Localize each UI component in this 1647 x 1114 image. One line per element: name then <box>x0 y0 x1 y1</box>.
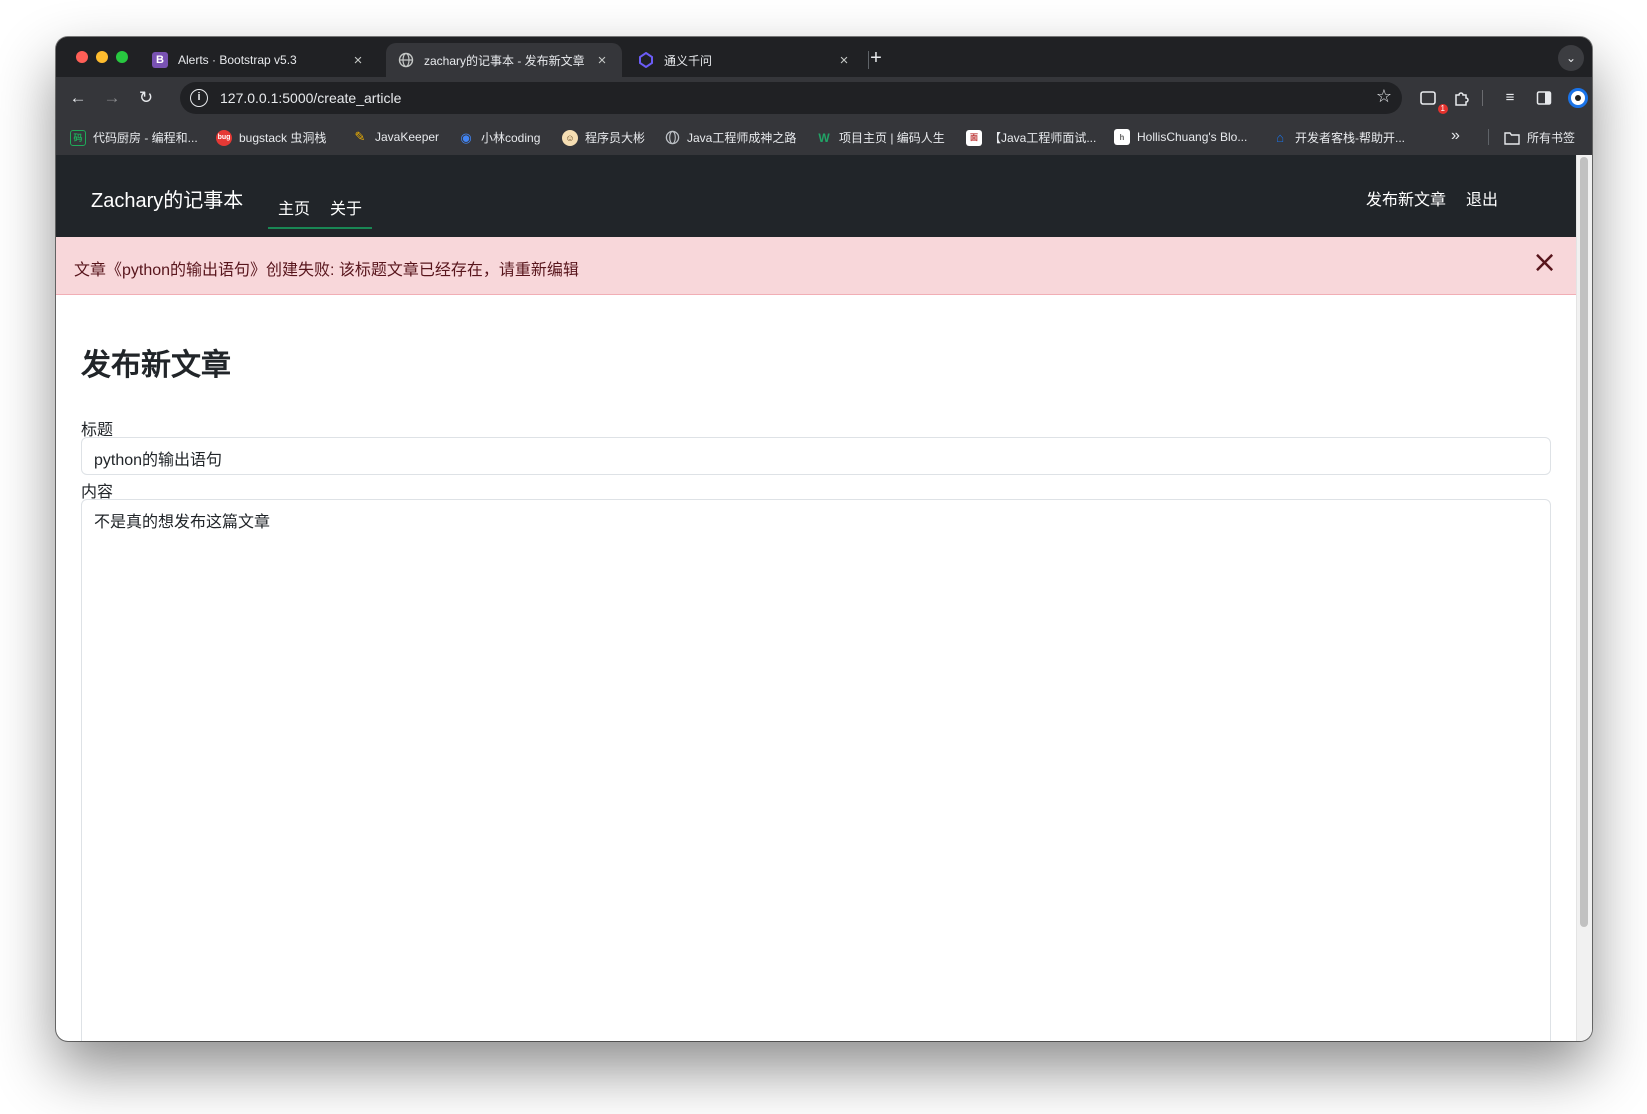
close-icon[interactable]: × <box>594 52 610 69</box>
bookmark-item[interactable]: 码代码厨房 - 编程和... <box>70 129 198 146</box>
bookmark-item[interactable]: ◉ 小林coding <box>458 129 540 146</box>
alert-message: 文章《python的输出语句》创建失败: 该标题文章已经存在，请重新编辑 <box>74 262 579 279</box>
bookmark-item[interactable]: 面【Java工程师面试... <box>966 129 1096 146</box>
bookmark-label: 开发者客栈-帮助开... <box>1295 131 1405 145</box>
title-input[interactable]: python的输出语句 <box>81 437 1551 475</box>
side-panel-icon[interactable] <box>1530 84 1558 112</box>
bookmark-label: HollisChuang's Blo... <box>1137 130 1248 144</box>
more-bookmarks-icon[interactable]: » <box>1451 127 1460 145</box>
profile-avatar-icon[interactable] <box>1568 88 1588 108</box>
bookmark-favicon-icon: ☺ <box>562 129 578 146</box>
bookmark-item[interactable]: h HollisChuang's Blo... <box>1114 129 1247 145</box>
bookmark-label: Java工程师成神之路 <box>687 131 797 145</box>
page-title: 发布新文章 <box>81 349 231 382</box>
bookmark-favicon-icon: ✎ <box>354 129 366 144</box>
content-textarea[interactable]: 不是真的想发布这篇文章 <box>81 499 1551 1041</box>
tab-tongyi[interactable]: 通义千问 × <box>626 43 864 77</box>
bookmark-label: JavaKeeper <box>375 130 440 144</box>
logout-link[interactable]: 退出 <box>1466 186 1498 210</box>
nav-home-link[interactable]: 主页 <box>278 195 310 219</box>
close-icon[interactable]: × <box>836 52 852 69</box>
back-button[interactable]: ← <box>64 84 92 112</box>
bookmark-label: 【Java工程师面试... <box>989 131 1097 145</box>
error-alert: 文章《python的输出语句》创建失败: 该标题文章已经存在，请重新编辑 × <box>56 237 1576 295</box>
page-viewport: Zachary的记事本 主页 关于 发布新文章 退出 文章《python的输出语… <box>56 155 1592 1041</box>
globe-icon <box>664 130 680 146</box>
zoom-window-button[interactable] <box>116 51 128 63</box>
minimize-window-button[interactable] <box>96 51 108 63</box>
bookmark-favicon-icon: 码 <box>70 129 86 146</box>
reload-button[interactable]: ↻ <box>132 84 160 112</box>
tab-bootstrap-alerts[interactable]: B Alerts · Bootstrap v5.3 × <box>140 43 378 77</box>
bookmark-favicon-icon: bug <box>216 129 232 146</box>
bookmark-item[interactable]: Java工程师成神之路 <box>664 129 796 146</box>
scrollbar-thumb[interactable] <box>1580 157 1588 927</box>
close-window-button[interactable] <box>76 51 88 63</box>
address-bar[interactable]: i 127.0.0.1:5000/create_article ☆ <box>180 82 1402 114</box>
browser-window: B Alerts · Bootstrap v5.3 × zachary的记事本 … <box>56 37 1592 1041</box>
media-controls-icon[interactable]: ≡ <box>1496 84 1524 112</box>
bookmark-label: 项目主页 | 编码人生 <box>839 131 945 145</box>
bookmarks-bar: 码代码厨房 - 编程和... bug bugstack 虫洞栈 ✎ JavaKeep… <box>56 119 1592 155</box>
site-brand[interactable]: Zachary的记事本 <box>91 184 243 213</box>
bookmark-favicon-icon: W <box>818 130 830 145</box>
site-info-icon[interactable]: i <box>190 89 208 107</box>
bookmark-item[interactable]: ☺ 程序员大彬 <box>562 129 645 146</box>
tab-title: 通义千问 <box>664 53 713 68</box>
browser-toolbar: ← → ↻ i 127.0.0.1:5000/create_article ☆ … <box>56 77 1592 119</box>
tab-title: Alerts · Bootstrap v5.3 <box>178 53 297 67</box>
bookmark-favicon-icon: ◉ <box>460 129 472 145</box>
toolbar-separator <box>1482 90 1483 106</box>
bookmark-favicon-icon: ⌂ <box>1276 130 1284 145</box>
all-bookmarks-folder[interactable]: 所有书签 <box>1504 129 1575 146</box>
close-icon[interactable]: × <box>1532 248 1557 278</box>
bookmark-label: 程序员大彬 <box>585 131 646 145</box>
page-scrollbar[interactable] <box>1576 155 1592 1041</box>
nav-active-indicator <box>268 227 372 229</box>
extensions-puzzle-icon[interactable] <box>1448 84 1476 112</box>
tab-title: zachary的记事本 - 发布新文章 <box>424 53 585 68</box>
extension-icon[interactable]: 1 <box>1414 84 1448 114</box>
nav-about-link[interactable]: 关于 <box>330 195 362 219</box>
bookmark-item[interactable]: ⌂ 开发者客栈-帮助开... <box>1272 129 1405 146</box>
bookmark-item[interactable]: W 项目主页 | 编码人生 <box>816 129 945 146</box>
all-bookmarks-label: 所有书签 <box>1527 131 1576 145</box>
globe-icon <box>398 52 414 68</box>
tab-search-button[interactable]: ⌄ <box>1558 45 1584 71</box>
forward-button[interactable]: → <box>98 84 126 112</box>
bookmark-item[interactable]: bug bugstack 虫洞栈 <box>216 129 326 146</box>
tab-create-article[interactable]: zachary的记事本 - 发布新文章 × <box>386 43 622 77</box>
bootstrap-icon: B <box>152 52 168 68</box>
tongyi-icon <box>638 52 654 68</box>
bookmark-star-icon[interactable]: ☆ <box>1376 86 1392 107</box>
bookmark-label: bugstack 虫洞栈 <box>239 131 327 145</box>
bookmark-label: 小林coding <box>481 131 541 145</box>
bookmarks-separator <box>1488 129 1489 145</box>
extension-badge: 1 <box>1437 104 1448 114</box>
tab-strip: B Alerts · Bootstrap v5.3 × zachary的记事本 … <box>56 37 1592 77</box>
bookmark-item[interactable]: ✎ JavaKeeper <box>352 129 440 145</box>
bookmark-favicon-icon: 面 <box>966 129 982 146</box>
publish-article-link[interactable]: 发布新文章 <box>1366 186 1446 210</box>
folder-icon <box>1504 130 1520 146</box>
new-tab-button[interactable]: + <box>862 45 890 73</box>
site-navbar: Zachary的记事本 主页 关于 发布新文章 退出 <box>56 155 1576 237</box>
close-icon[interactable]: × <box>350 52 366 69</box>
url-text[interactable]: 127.0.0.1:5000/create_article <box>220 90 401 106</box>
bookmark-favicon-icon: h <box>1114 129 1130 145</box>
bookmark-label: 代码厨房 - 编程和... <box>93 131 198 145</box>
